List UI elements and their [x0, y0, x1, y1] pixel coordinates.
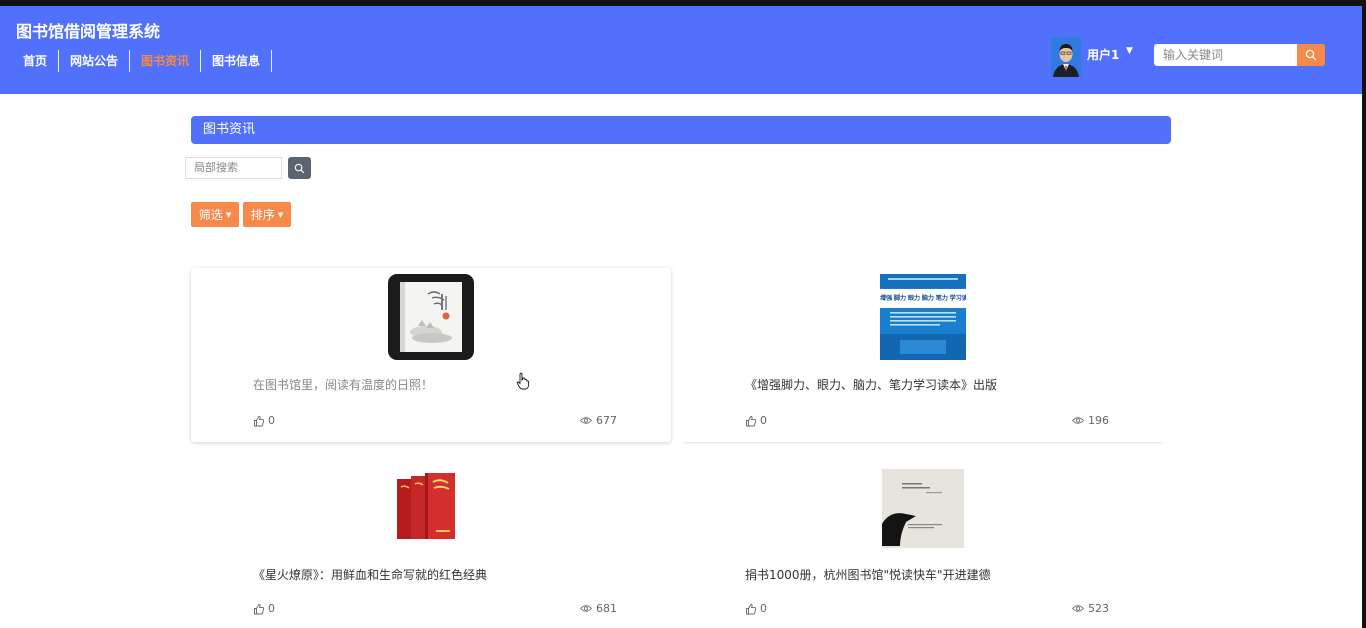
- view-count-value: 681: [596, 602, 617, 615]
- like-count-value: 0: [760, 414, 767, 427]
- view-count: 677: [580, 414, 617, 427]
- news-thumbnail[interactable]: [388, 274, 474, 360]
- filter-dropdown-button[interactable]: 筛选 ▼: [191, 202, 239, 227]
- like-count-value: 0: [268, 602, 275, 615]
- news-title[interactable]: 《星火燎原》：用鲜血和生命写就的红色经典: [253, 566, 487, 583]
- caret-down-icon: ▼: [277, 210, 284, 219]
- local-search-input[interactable]: [185, 157, 282, 179]
- main-nav: 首页 网站公告 图书资讯 图书信息: [12, 50, 273, 72]
- view-count-value: 677: [596, 414, 617, 427]
- nav-item-book-news[interactable]: 图书资讯: [130, 50, 202, 72]
- filter-label: 筛选: [198, 208, 223, 222]
- news-card[interactable]: 增强 脚力 眼力 脑力 笔力 学习读本 《增强脚力、眼力、脑力、笔力学习读本》出…: [683, 268, 1163, 442]
- news-thumbnail[interactable]: [880, 462, 966, 548]
- news-card[interactable]: 《星火燎原》：用鲜血和生命写就的红色经典 0 681: [191, 456, 671, 628]
- eye-icon: [580, 605, 592, 612]
- view-count: 196: [1072, 414, 1109, 427]
- window-right-edge: [1362, 0, 1366, 628]
- news-title[interactable]: 《增强脚力、眼力、脑力、笔力学习读本》出版: [745, 376, 997, 393]
- news-thumbnail[interactable]: 增强 脚力 眼力 脑力 笔力 学习读本: [880, 274, 966, 360]
- news-thumbnail[interactable]: [388, 462, 474, 548]
- hand-cursor-icon: [516, 372, 530, 394]
- header-search-input[interactable]: [1154, 44, 1298, 66]
- thumbs-up-icon: [746, 603, 757, 614]
- like-count-value: 0: [760, 602, 767, 615]
- search-icon: [1305, 49, 1317, 61]
- nav-item-book-info[interactable]: 图书信息: [201, 50, 273, 72]
- news-card[interactable]: 捐书1000册，杭州图书馆"悦读快车"开进建德 0 523: [683, 456, 1163, 628]
- eye-icon: [1072, 605, 1084, 612]
- caret-down-icon: ▼: [225, 210, 232, 219]
- view-count-value: 196: [1088, 414, 1109, 427]
- caret-down-icon[interactable]: ▼: [1126, 46, 1133, 56]
- eye-icon: [580, 417, 592, 424]
- news-title[interactable]: 捐书1000册，杭州图书馆"悦读快车"开进建德: [745, 566, 991, 583]
- thumbnail-band-text: 增强 脚力 眼力 脑力 笔力 学习读本: [880, 295, 966, 302]
- thumbs-up-icon: [746, 415, 757, 426]
- like-count[interactable]: 0: [253, 414, 275, 427]
- like-count[interactable]: 0: [253, 602, 275, 615]
- site-title: 图书馆借阅管理系统: [16, 22, 161, 41]
- view-count: 681: [580, 602, 617, 615]
- thumbs-up-icon: [254, 415, 265, 426]
- user-avatar[interactable]: [1051, 37, 1081, 77]
- news-card[interactable]: 在图书馆里，阅读有温度的日照！ 0 677: [191, 268, 671, 442]
- thumbs-up-icon: [254, 603, 265, 614]
- sort-dropdown-button[interactable]: 排序 ▼: [243, 202, 291, 227]
- local-search-button[interactable]: [288, 157, 311, 179]
- header-search-button[interactable]: [1297, 44, 1325, 66]
- eye-icon: [1072, 417, 1084, 424]
- like-count[interactable]: 0: [745, 414, 767, 427]
- sort-label: 排序: [250, 208, 275, 222]
- top-header: 图书馆借阅管理系统 首页 网站公告 图书资讯 图书信息 用户1 ▼: [0, 6, 1362, 94]
- user-name[interactable]: 用户1: [1087, 46, 1119, 63]
- view-count: 523: [1072, 602, 1109, 615]
- view-count-value: 523: [1088, 602, 1109, 615]
- nav-item-announcements[interactable]: 网站公告: [59, 50, 131, 72]
- like-count-value: 0: [268, 414, 275, 427]
- nav-item-home[interactable]: 首页: [12, 50, 60, 72]
- news-title[interactable]: 在图书馆里，阅读有温度的日照！: [253, 376, 433, 393]
- like-count[interactable]: 0: [745, 602, 767, 615]
- search-icon: [294, 163, 305, 173]
- section-title-bar: 图书资讯: [191, 116, 1171, 144]
